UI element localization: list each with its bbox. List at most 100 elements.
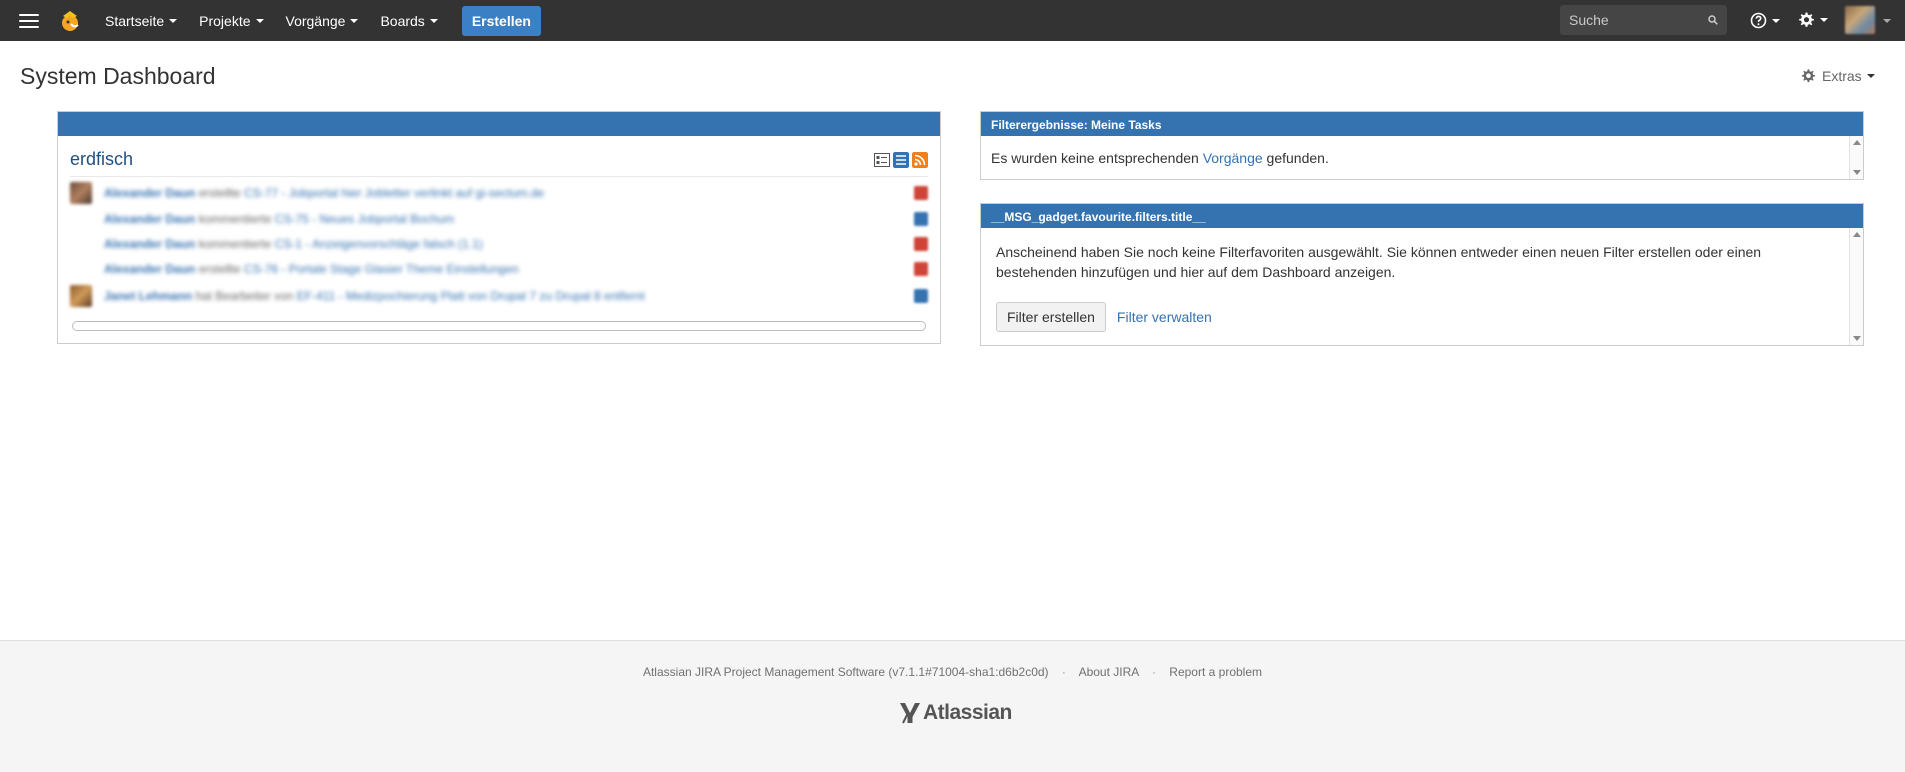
- activity-user-link[interactable]: Alexander Daun: [104, 237, 195, 251]
- avatar: [70, 233, 92, 255]
- nav-projekte-label: Projekte: [199, 12, 251, 29]
- chevron-down-icon: [1883, 19, 1891, 23]
- nav-startseite[interactable]: Startseite: [105, 12, 178, 29]
- gadget-header[interactable]: [58, 112, 940, 136]
- help-icon: [1750, 12, 1767, 29]
- activity-action: erstellte: [198, 186, 241, 200]
- atlassian-logo-icon: [900, 703, 920, 724]
- activity-text: Alexander Daun erstellte CS-76 - Portale…: [104, 262, 914, 276]
- menu-icon[interactable]: [19, 13, 39, 28]
- issue-type-icon: [914, 289, 928, 303]
- scroll-up-icon[interactable]: [1853, 140, 1861, 145]
- gear-icon: [1801, 69, 1816, 83]
- activity-stream-gadget: erdfisch Alexander Daun erstellte CS-77 …: [57, 111, 941, 344]
- chevron-down-icon: [350, 18, 359, 23]
- separator: ·: [1151, 665, 1156, 679]
- divider: [70, 176, 928, 177]
- atlassian-logo-text: Atlassian: [923, 701, 1012, 724]
- activity-text: Alexander Daun erstellte CS-77 - Jobport…: [104, 186, 914, 200]
- avatar[interactable]: [70, 182, 92, 204]
- help-menu[interactable]: [1750, 12, 1780, 29]
- activity-text: Alexander Daun kommentierte CS-75 - Neue…: [104, 212, 914, 226]
- activity-action: kommentierte: [198, 237, 272, 251]
- extras-label: Extras: [1822, 68, 1862, 84]
- activity-text: Alexander Daun kommentierte CS-1 - Anzei…: [104, 237, 914, 251]
- message-text: Es wurden keine entsprechenden: [991, 150, 1199, 166]
- filter-results-message: Es wurden keine entsprechenden Vorgänge …: [981, 136, 1863, 180]
- activity-user-link[interactable]: Alexander Daun: [104, 262, 195, 276]
- activity-action: hat Bearbeiter von: [195, 289, 294, 303]
- activity-entry: Alexander Daun erstellte CS-76 - Portale…: [70, 258, 928, 280]
- gadget-header[interactable]: __MSG_gadget.favourite.filters.title__: [981, 204, 1863, 228]
- create-button[interactable]: Erstellen: [461, 5, 541, 36]
- filter-results-gadget: Filterergebnisse: Meine Tasks Es wurden …: [980, 111, 1864, 180]
- vertical-scrollbar[interactable]: [1849, 136, 1863, 179]
- rss-feed-icon[interactable]: [912, 152, 928, 168]
- footer: Atlassian JIRA Project Management Softwa…: [0, 640, 1905, 772]
- nav-vorgaenge-label: Vorgänge: [285, 12, 346, 29]
- settings-menu[interactable]: [1797, 11, 1828, 29]
- issues-link[interactable]: Vorgänge: [1203, 150, 1263, 166]
- favourite-filters-gadget: __MSG_gadget.favourite.filters.title__ A…: [980, 203, 1864, 346]
- create-filter-button[interactable]: Filter erstellen: [996, 302, 1106, 332]
- top-navigation: Startseite Projekte Vorgänge Boards Erst…: [0, 0, 1905, 41]
- scroll-up-icon[interactable]: [1853, 232, 1861, 237]
- about-jira-link[interactable]: About JIRA: [1079, 665, 1139, 679]
- chevron-down-icon: [255, 18, 264, 23]
- issue-type-icon: [914, 212, 928, 226]
- avatar: [70, 208, 92, 230]
- nav-boards[interactable]: Boards: [380, 13, 438, 29]
- activity-issue-link[interactable]: CS-76 - Portale Stage Glasier Theme Eins…: [244, 262, 519, 276]
- issue-type-icon: [914, 262, 928, 276]
- scroll-down-icon[interactable]: [1853, 336, 1861, 341]
- activity-issue-link[interactable]: CS-1 - Anzeigenvorschläge falsch (1.1): [275, 237, 483, 251]
- chevron-down-icon: [1866, 74, 1875, 78]
- activity-entry: Alexander Daun kommentierte CS-75 - Neue…: [70, 208, 928, 230]
- chevron-down-icon: [1772, 18, 1780, 23]
- footer-links: Atlassian JIRA Project Management Softwa…: [0, 665, 1905, 679]
- activity-issue-link[interactable]: CS-77 - Jobportal hier Jobletter verlink…: [244, 186, 544, 200]
- nav-vorgaenge[interactable]: Vorgänge: [286, 13, 359, 29]
- chevron-down-icon: [169, 18, 178, 23]
- scroll-down-icon[interactable]: [1853, 170, 1861, 175]
- activity-issue-link[interactable]: EF-411 - Medizpochierung Platt von Drupa…: [297, 289, 645, 303]
- jira-logo-icon[interactable]: [57, 8, 83, 34]
- user-avatar[interactable]: [1845, 6, 1875, 34]
- nav-projekte[interactable]: Projekte: [199, 12, 264, 29]
- chevron-down-icon: [429, 18, 438, 23]
- activity-action: erstellte: [198, 262, 241, 276]
- filter-actions: Filter erstellen Filter verwalten: [996, 302, 1212, 332]
- activity-text: Janet Lehmann hat Bearbeiter von EF-411 …: [104, 289, 914, 303]
- gear-icon: [1799, 12, 1814, 27]
- activity-entry: Alexander Daun erstellte CS-77 - Jobport…: [70, 182, 928, 204]
- gadget-header[interactable]: Filterergebnisse: Meine Tasks: [981, 112, 1863, 136]
- activity-entry: Janet Lehmann hat Bearbeiter von EF-411 …: [70, 285, 928, 307]
- activity-user-link[interactable]: Alexander Daun: [104, 212, 195, 226]
- software-info-link[interactable]: Atlassian JIRA Project Management Softwa…: [643, 665, 1049, 679]
- activity-entry: Alexander Daun kommentierte CS-1 - Anzei…: [70, 233, 928, 255]
- activity-issue-link[interactable]: CS-75 - Neues Jobportal Bochum: [275, 212, 454, 226]
- avatar[interactable]: [70, 285, 92, 307]
- stream-title[interactable]: erdfisch: [70, 149, 133, 170]
- report-problem-link[interactable]: Report a problem: [1169, 665, 1262, 679]
- stream-view-toggles: [874, 152, 928, 168]
- separator: ·: [1061, 665, 1066, 679]
- extras-menu-button[interactable]: Extras: [1800, 68, 1875, 84]
- message-text: gefunden.: [1266, 150, 1329, 166]
- manage-filters-link[interactable]: Filter verwalten: [1117, 309, 1212, 325]
- activity-user-link[interactable]: Alexander Daun: [104, 186, 195, 200]
- activity-action: kommentierte: [198, 212, 272, 226]
- favourite-filters-message: Anscheinend haben Sie noch keine Filterf…: [996, 244, 1762, 280]
- chevron-down-icon: [1820, 18, 1828, 22]
- list-view-icon[interactable]: [893, 152, 909, 168]
- issue-type-icon: [914, 186, 928, 200]
- nav-startseite-label: Startseite: [105, 12, 165, 29]
- search-icon[interactable]: [1708, 15, 1718, 25]
- vertical-scrollbar[interactable]: [1849, 228, 1863, 345]
- avatar: [70, 258, 92, 280]
- full-view-icon[interactable]: [874, 152, 890, 168]
- atlassian-logo[interactable]: Atlassian: [897, 701, 1012, 725]
- horizontal-scrollbar[interactable]: [72, 321, 926, 331]
- activity-user-link[interactable]: Janet Lehmann: [104, 289, 192, 303]
- search-input[interactable]: [1560, 12, 1700, 28]
